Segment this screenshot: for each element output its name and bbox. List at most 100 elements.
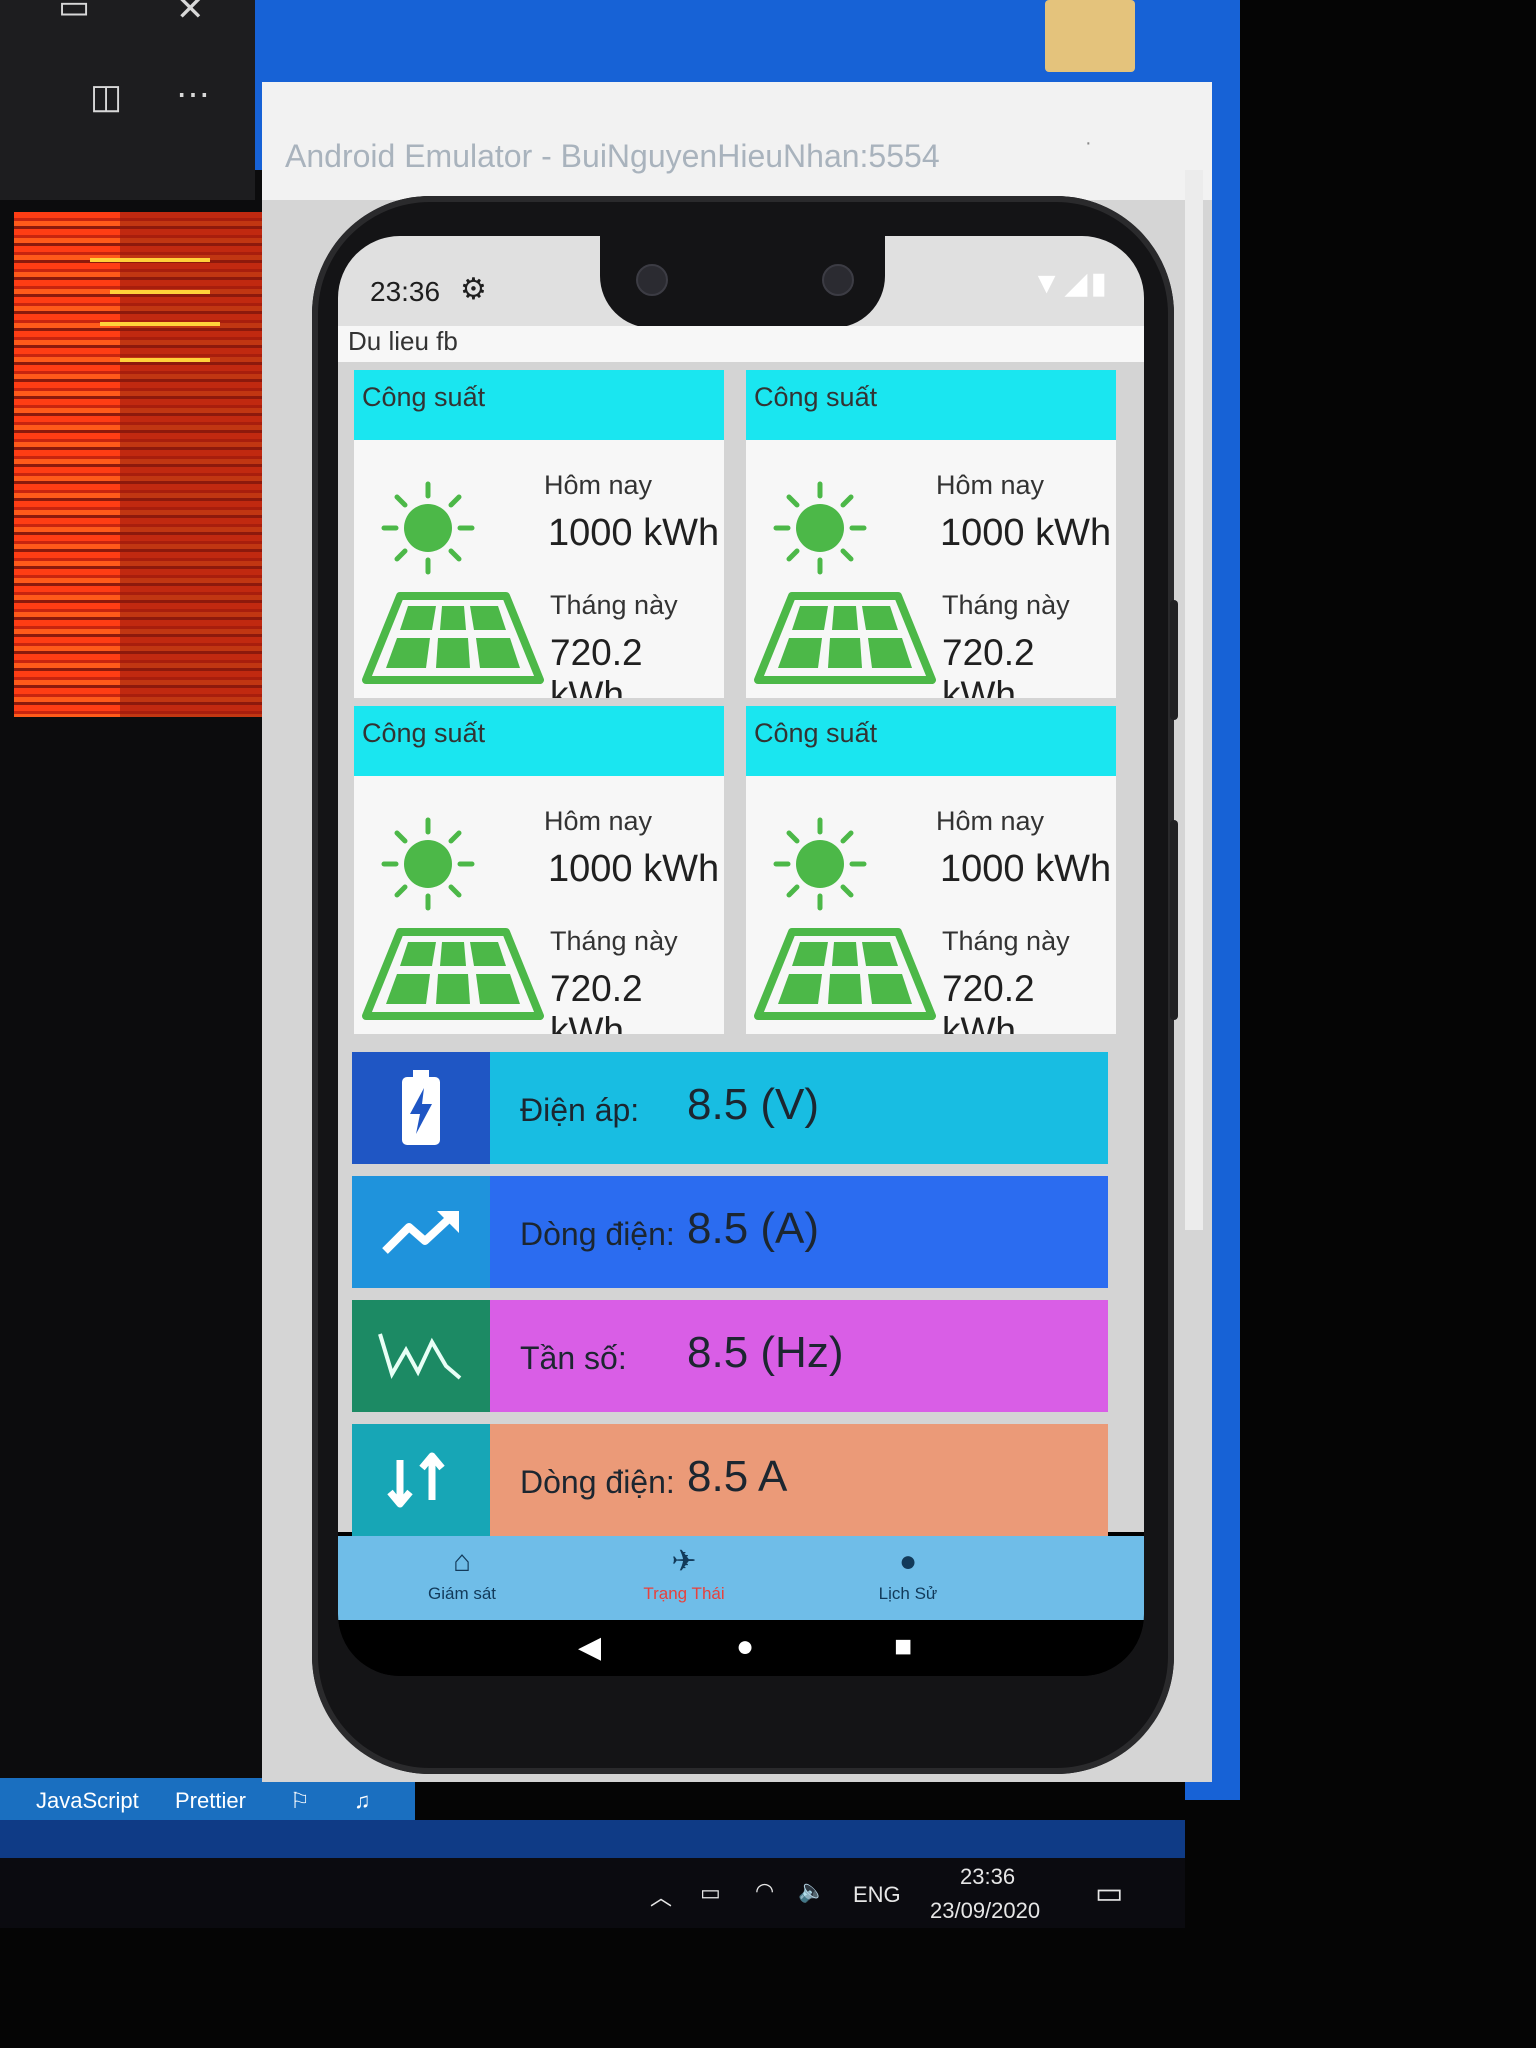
recents-icon[interactable]: ■	[894, 1630, 912, 1664]
card-header: Công suất	[354, 370, 724, 440]
minimap-highlight	[110, 290, 210, 294]
nav-label: Giám sát	[427, 1584, 497, 1603]
front-camera	[636, 264, 668, 296]
folder-icon[interactable]	[1045, 0, 1135, 72]
today-label: Hôm nay	[544, 806, 653, 836]
energy-card[interactable]: Công suất Hôm nay 1000 kWh Tháng này 720…	[746, 706, 1116, 1034]
waveform-icon	[352, 1300, 490, 1412]
solar-panel-icon	[362, 592, 544, 684]
month-value: 720.2 kWh	[942, 968, 1035, 1034]
display-notch	[600, 236, 885, 328]
clock-time[interactable]: 23:36	[960, 1864, 1015, 1890]
ide-title-bar	[0, 0, 255, 200]
measure-value: 8.5 (Hz)	[687, 1328, 844, 1377]
back-icon[interactable]: ◀	[578, 1630, 601, 1665]
card-title: Công suất	[754, 382, 878, 412]
sun-icon	[381, 481, 475, 575]
minimap-highlight	[90, 258, 210, 262]
solar-panel-icon	[754, 928, 936, 1020]
home-button-icon[interactable]: ●	[736, 1630, 754, 1664]
energy-card[interactable]: Công suất Hôm nay 1000 kWh Tháng này 720…	[354, 370, 724, 698]
solar-panel-icon	[754, 592, 936, 684]
nav-giam-sat[interactable]: ⌂ Giám sát	[382, 1546, 542, 1604]
clock-date[interactable]: 23/09/2020	[930, 1898, 1040, 1924]
split-editor-icon[interactable]: ◫	[90, 80, 122, 114]
today-value: 1000 kWh	[940, 512, 1112, 554]
power-button[interactable]	[1170, 600, 1178, 720]
nav-label: Trạng Thái	[643, 1584, 725, 1603]
measure-value: 8.5 A	[687, 1452, 788, 1501]
sun-icon	[773, 817, 867, 911]
card-title: Công suất	[754, 718, 878, 748]
month-label: Tháng này	[942, 590, 1070, 620]
battery-charging-icon	[352, 1052, 490, 1164]
status-time: 23:36	[370, 276, 441, 307]
status-prettier[interactable]: Prettier	[175, 1788, 246, 1814]
card-title: Công suất	[362, 718, 486, 748]
month-label: Tháng này	[550, 590, 678, 620]
walk-icon: ✈	[671, 1545, 697, 1578]
energy-card[interactable]: Công suất Hôm nay 1000 kWh Tháng này 720…	[746, 370, 1116, 698]
card-title: Công suất	[362, 382, 486, 412]
frequency-row[interactable]: Tần số: 8.5 (Hz)	[352, 1300, 1108, 1412]
today-value: 1000 kWh	[548, 512, 720, 554]
today-value: 1000 kWh	[548, 848, 720, 890]
month-value: 720.2 kWh	[550, 968, 643, 1034]
card-header: Công suất	[746, 370, 1116, 440]
bottom-navigation: ⌂ Giám sát ✈ Trạng Thái ● Lịch Sử	[338, 1536, 1144, 1620]
measure-label: Tần số:	[520, 1340, 627, 1376]
current-row-2[interactable]: Dòng điện: 8.5 A	[352, 1424, 1108, 1536]
app-content[interactable]: Công suất Hôm nay 1000 kWh Tháng này 720…	[338, 362, 1144, 1536]
month-label: Tháng này	[550, 926, 678, 956]
measure-label: Dòng điện:	[520, 1464, 675, 1500]
energy-card[interactable]: Công suất Hôm nay 1000 kWh Tháng này 720…	[354, 706, 724, 1034]
restore-icon[interactable]: ▭	[58, 0, 90, 24]
today-label: Hôm nay	[936, 806, 1045, 836]
trending-up-icon	[352, 1176, 490, 1288]
minimap-shade	[120, 212, 280, 717]
gear-icon: ⚙	[460, 273, 487, 306]
minimap-highlight	[100, 322, 220, 326]
android-navigation-bar: ◀ ● ■	[338, 1620, 1144, 1676]
window-title: Android Emulator - BuiNguyenHieuNhan:555…	[285, 138, 940, 174]
measure-label: Dòng điện:	[520, 1216, 675, 1252]
close-icon[interactable]: ✕	[176, 0, 205, 26]
month-value: 720.2 kWh	[550, 632, 643, 698]
measure-value: 8.5 (V)	[687, 1080, 820, 1129]
current-row[interactable]: Dòng điện: 8.5 (A)	[352, 1176, 1108, 1288]
solar-panel-icon	[362, 928, 544, 1020]
nav-lich-su[interactable]: ● Lịch Sử	[828, 1546, 988, 1604]
volume-icon[interactable]: 🔈	[798, 1878, 825, 1904]
desktop-strip	[0, 1820, 1185, 1858]
bell-icon[interactable]: ♫	[354, 1788, 371, 1814]
voltage-row[interactable]: Điện áp: 8.5 (V)	[352, 1052, 1108, 1164]
month-value: 720.2 kWh	[942, 632, 1035, 698]
wifi-icon[interactable]: ◠	[755, 1878, 774, 1904]
home-icon: ⌂	[452, 1545, 472, 1578]
card-header: Công suất	[354, 706, 724, 776]
nav-label: Lịch Sử	[878, 1584, 938, 1603]
front-camera	[822, 264, 854, 296]
phone-screen: 23:36 ⚙ ▼◢▮ Du lieu fb Công suất Hôm nay…	[338, 236, 1144, 1676]
card-header: Công suất	[746, 706, 1116, 776]
swap-vertical-icon	[352, 1424, 490, 1536]
more-icon[interactable]: ⋯	[176, 78, 210, 112]
feedback-icon[interactable]: ⚐	[290, 1788, 310, 1814]
nav-trang-thai[interactable]: ✈ Trạng Thái	[604, 1546, 764, 1604]
signal-battery-icons: ▼◢▮	[1031, 267, 1110, 300]
measure-label: Điện áp:	[520, 1092, 640, 1128]
minimap-highlight	[120, 358, 210, 362]
emulator-scrollbar[interactable]	[1185, 170, 1203, 1230]
status-language[interactable]: JavaScript	[36, 1788, 139, 1814]
battery-icon[interactable]: ▭	[700, 1880, 721, 1906]
sun-icon	[773, 481, 867, 575]
chevron-up-icon[interactable]: ︿	[650, 1880, 672, 1912]
window-menu-dot[interactable]: ·	[1085, 132, 1092, 155]
today-label: Hôm nay	[544, 470, 653, 500]
person-icon: ●	[898, 1545, 918, 1578]
notification-icon[interactable]: ▭	[1095, 1876, 1123, 1911]
sun-icon	[381, 817, 475, 911]
volume-button[interactable]	[1170, 820, 1178, 1020]
today-value: 1000 kWh	[940, 848, 1112, 890]
input-language[interactable]: ENG	[853, 1882, 901, 1908]
